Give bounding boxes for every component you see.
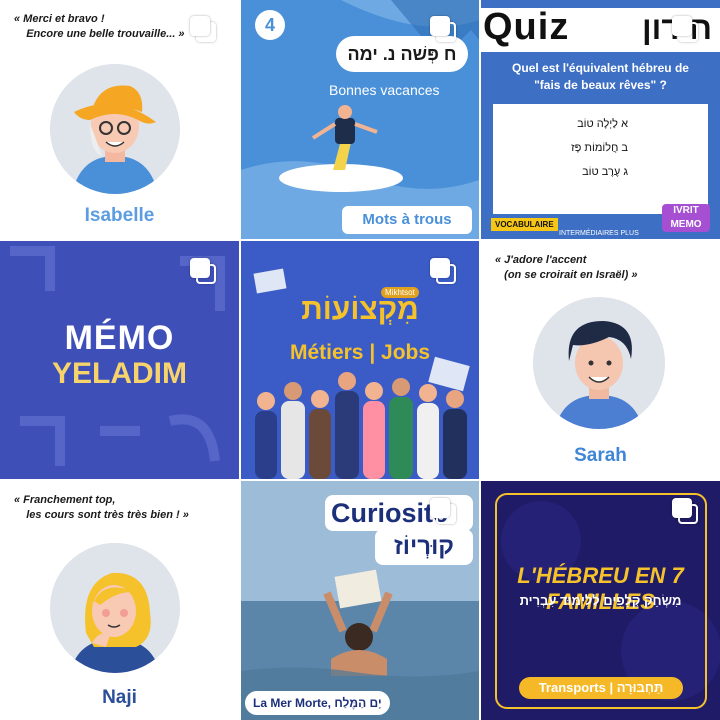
testimonial-quote: « J'adore l'accent (on se croirait en Is… — [495, 254, 638, 281]
quiz-answer: ג עֶרֶב טוֹב — [582, 166, 628, 178]
ivrit-memo-logo: IVRIT MEMO — [662, 204, 710, 232]
carousel-icon — [672, 16, 698, 42]
testimonial-name: Naji — [102, 687, 137, 708]
carousel-icon — [430, 258, 456, 284]
carousel-icon — [672, 498, 698, 524]
avatar-sarah — [533, 297, 665, 429]
carousel-icon — [430, 16, 456, 42]
post-subtitle: Bonnes vacances — [329, 82, 440, 98]
location-caption: La Mer Morte, יָם הַמֶּלַח — [245, 691, 390, 715]
memo-title: MÉMO — [64, 319, 175, 357]
game-hebrew-subtitle: מִשְׂחַק קְלָפִים לְלִימּוּד עִבְרִית — [519, 593, 682, 608]
family-label: Transports | תַּחְבּוּרָה — [519, 677, 683, 699]
post-tile-naji[interactable]: « Franchement top, les cours sont très t… — [0, 481, 239, 720]
quiz-question: Quel est l'équivalent hébreu de "fais de… — [512, 61, 689, 92]
carousel-icon — [190, 16, 216, 42]
transliteration-tag: Mikhtsot — [381, 287, 419, 298]
post-tile-sarah[interactable]: « J'adore l'accent (on se croirait en Is… — [481, 241, 720, 479]
post-grid: « Merci et bravo ! Encore une belle trou… — [0, 0, 720, 720]
testimonial-name: Sarah — [574, 445, 627, 466]
testimonial-name: Isabelle — [84, 205, 155, 226]
level-label: INTERMÉDIAIRES PLUS — [559, 230, 639, 237]
post-category-label: Mots à trous — [342, 206, 472, 234]
memo-subtitle: YELADIM — [52, 357, 187, 390]
episode-number: 4 — [255, 10, 285, 40]
testimonial-quote: « Franchement top, les cours sont très t… — [14, 494, 189, 521]
hebrew-title: קוּרְיוֹז — [375, 529, 473, 565]
carousel-icon — [430, 498, 456, 524]
post-subtitle: Métiers | Jobs — [289, 341, 431, 364]
category-tag: VOCABULAIRE — [491, 218, 558, 231]
quiz-answer: ב חֲלוֹמוֹת פָּז — [571, 142, 628, 154]
quiz-answers-box: א לַיְלָה טוֹב ב חֲלוֹמוֹת פָּז ג עֶרֶב … — [493, 104, 708, 214]
carousel-icon — [190, 258, 216, 284]
avatar-naji — [50, 543, 180, 673]
quiz-answer: א לַיְלָה טוֹב — [577, 118, 628, 130]
testimonial-quote: « Merci et bravo ! Encore une belle trou… — [14, 13, 185, 40]
hebrew-title: מִקְצוֹעוֹת — [301, 293, 419, 326]
quiz-title: Quiz — [483, 6, 570, 48]
avatar-isabelle — [50, 64, 180, 194]
